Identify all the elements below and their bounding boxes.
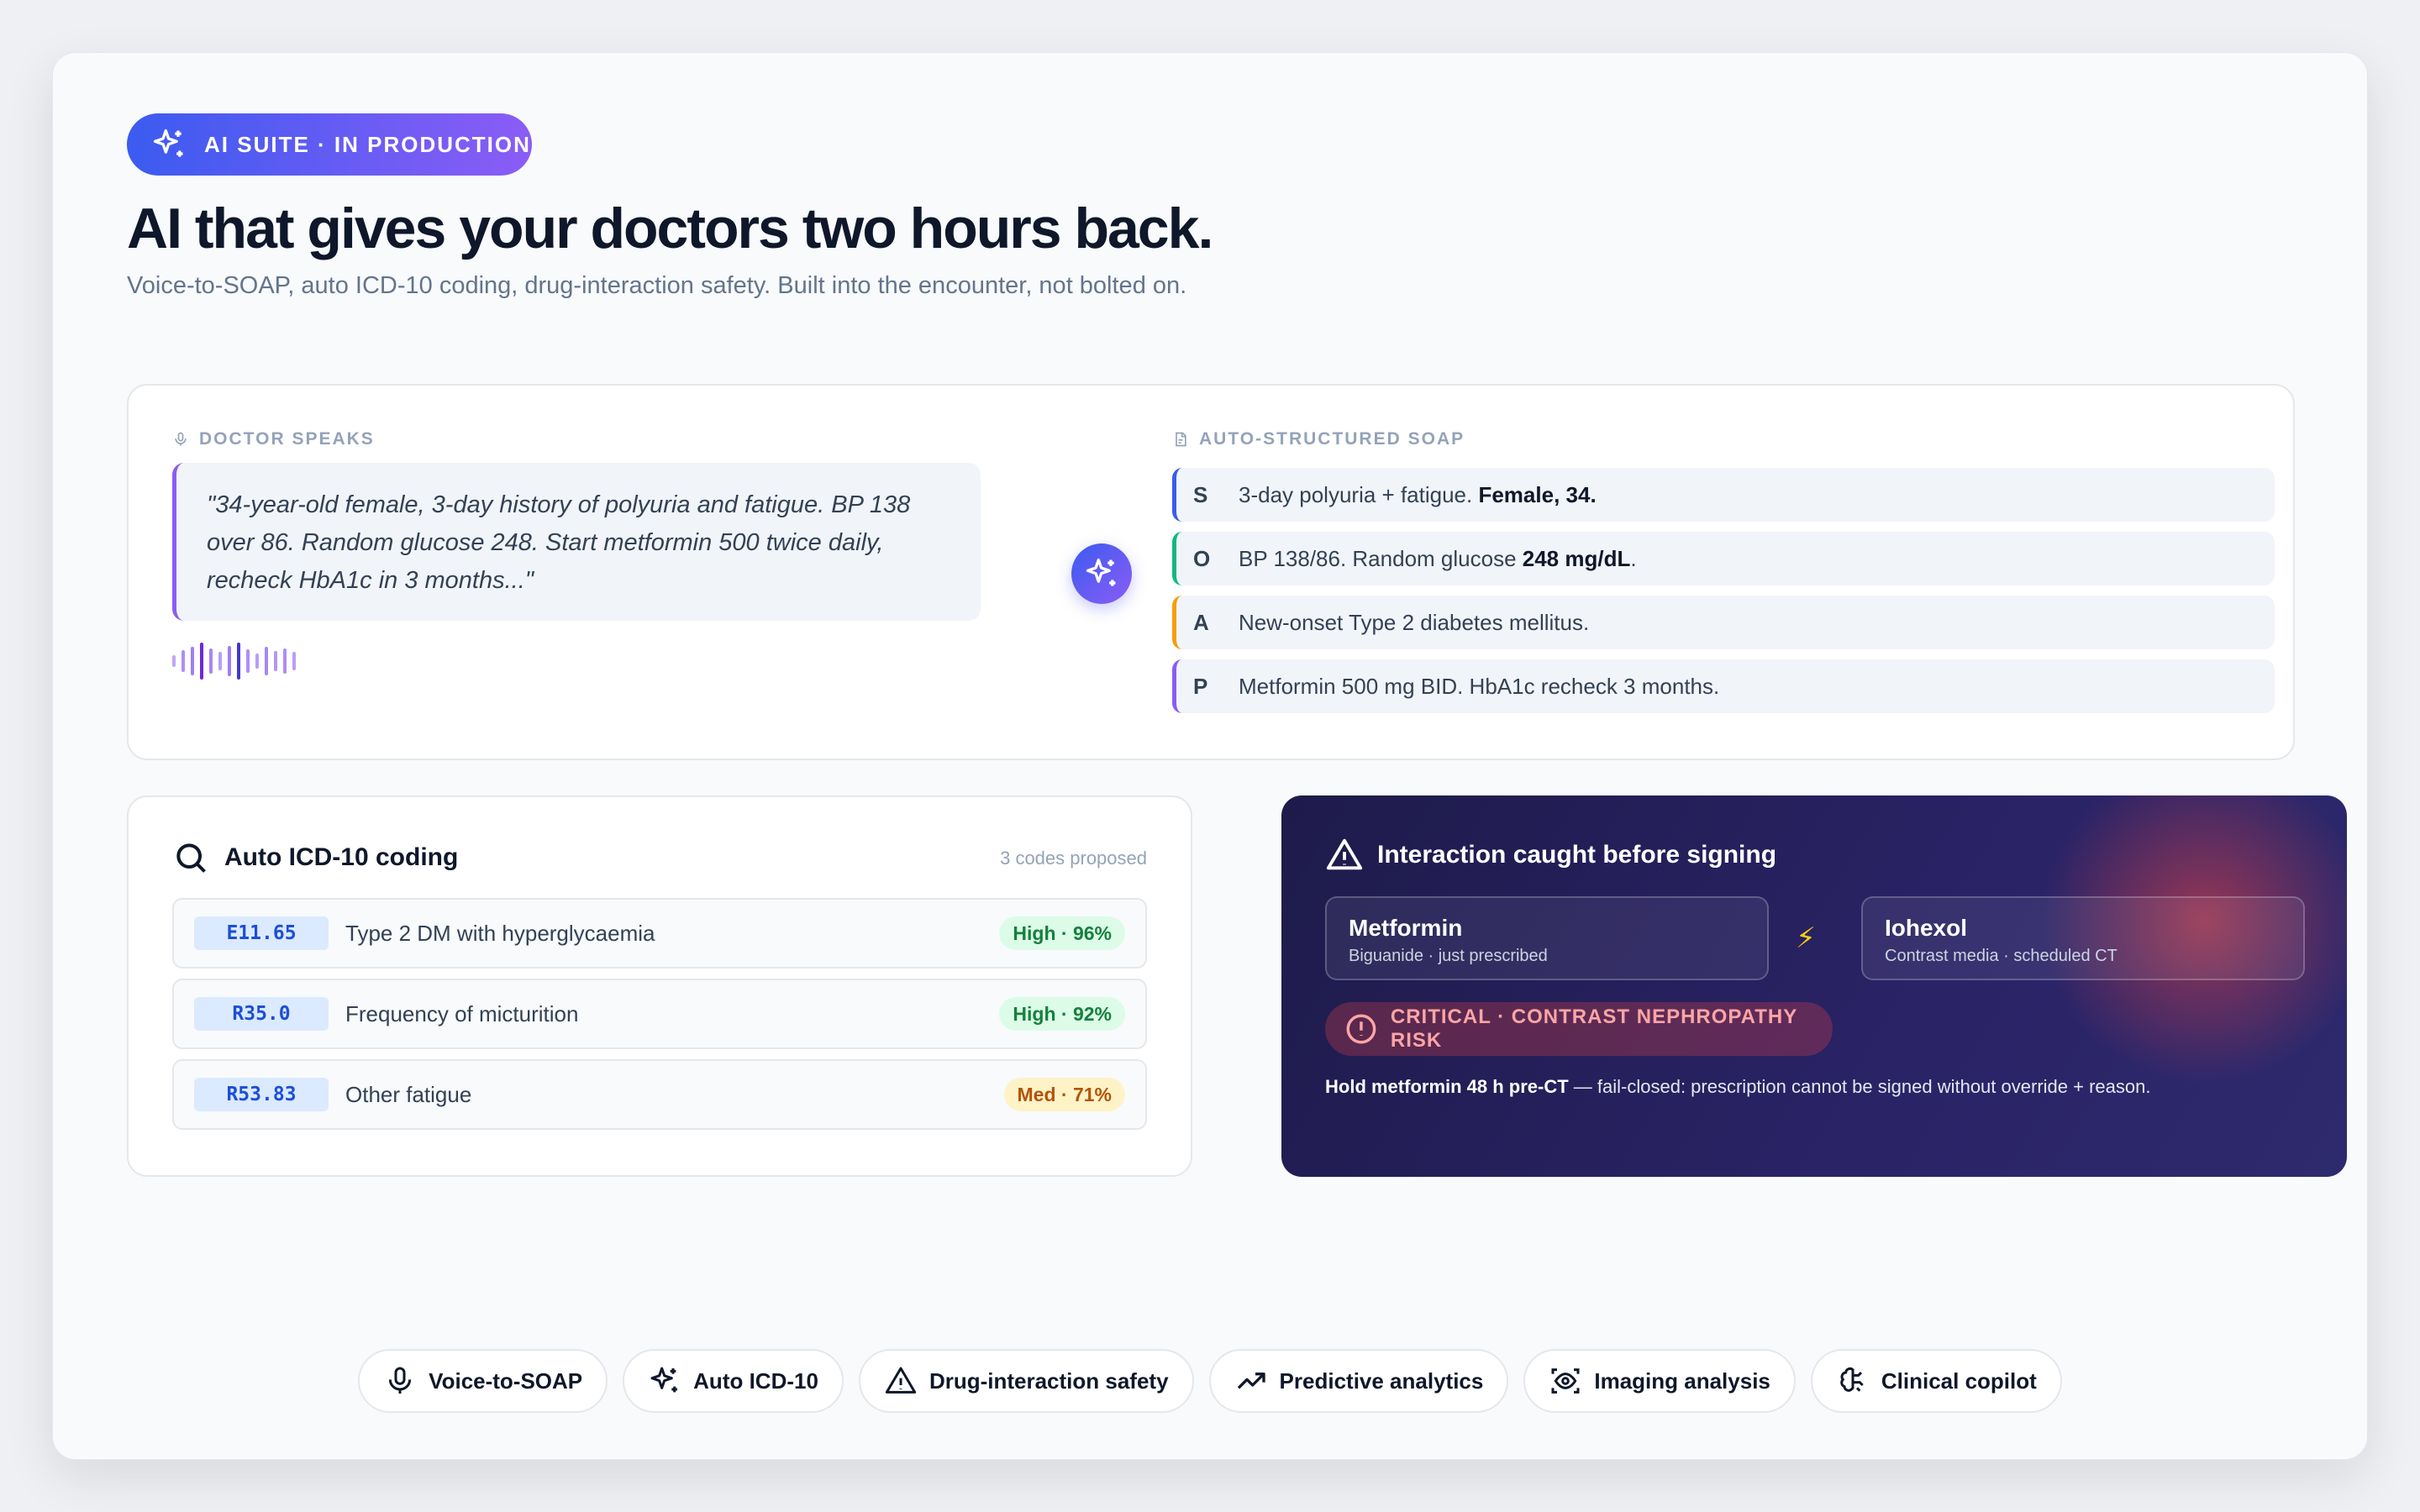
icd-description: Other fatigue xyxy=(345,1081,472,1107)
ai-suite-badge: AI SUITE · IN PRODUCTION xyxy=(127,113,532,176)
soap-label: AUTO-STRUCTURED SOAP xyxy=(1172,429,1465,449)
interaction-alert-card: Interaction caught before signing Metfor… xyxy=(1281,795,2347,1177)
warning-icon xyxy=(885,1367,917,1394)
drug-detail: Biguanide · just prescribed xyxy=(1349,947,1548,965)
icd-code: R53.83 xyxy=(194,1078,329,1111)
trending-up-icon xyxy=(1237,1373,1265,1389)
interaction-note: Hold metformin 48 h pre-CT — fail-closed… xyxy=(1325,1076,2151,1097)
badge-label: AI SUITE · IN PRODUCTION xyxy=(204,131,531,157)
doctor-speaks-label: DOCTOR SPEAKS xyxy=(172,429,375,449)
icd-title: Auto ICD-10 coding xyxy=(172,839,458,876)
soap-row-subjective: S 3-day polyuria + fatigue. Female, 34. xyxy=(1172,468,2275,522)
chip-predictive-analytics[interactable]: Predictive analytics xyxy=(1208,1349,1509,1413)
drug-card-iohexol[interactable]: Iohexol Contrast media · scheduled CT xyxy=(1861,896,2305,980)
ai-suite-panel: AI SUITE · IN PRODUCTION AI that gives y… xyxy=(52,52,2368,1460)
drug-card-metformin[interactable]: Metformin Biguanide · just prescribed xyxy=(1325,896,1769,980)
scan-eye-icon xyxy=(1551,1368,1580,1394)
audio-waveform xyxy=(172,643,296,680)
chip-auto-icd10[interactable]: Auto ICD-10 xyxy=(623,1349,844,1413)
drug-name: Metformin xyxy=(1349,915,1463,941)
icd-coding-card: Auto ICD-10 coding 3 codes proposed E11.… xyxy=(127,795,1192,1177)
sparkles-icon xyxy=(1086,558,1116,586)
icd-description: Frequency of micturition xyxy=(345,1000,579,1026)
ai-transform-button[interactable] xyxy=(1071,543,1132,604)
drug-name: Iohexol xyxy=(1885,915,1968,941)
confidence-badge: High · 96% xyxy=(999,916,1125,950)
icd-row[interactable]: E11.65 Type 2 DM with hyperglycaemia Hig… xyxy=(172,898,1147,969)
dictation-quote: "34-year-old female, 3-day history of po… xyxy=(172,463,981,621)
icd-row[interactable]: R53.83 Other fatigue Med · 71% xyxy=(172,1059,1147,1130)
lightning-icon: ⚡ xyxy=(1796,922,1816,954)
warning-icon xyxy=(1326,838,1363,870)
microphone-icon xyxy=(389,1367,412,1394)
page-subtitle: Voice-to-SOAP, auto ICD-10 coding, drug-… xyxy=(127,272,1187,299)
critical-badge: CRITICAL · CONTRAST NEPHROPATHY RISK xyxy=(1325,1002,1833,1056)
sparkles-icon xyxy=(153,129,183,157)
feature-chips: Voice-to-SOAP Auto ICD-10 Drug-interacti… xyxy=(0,1349,2420,1413)
icd-count: 3 codes proposed xyxy=(1000,848,1147,869)
page-title: AI that gives your doctors two hours bac… xyxy=(127,197,1213,260)
icd-description: Type 2 DM with hyperglycaemia xyxy=(345,920,655,946)
confidence-badge: Med · 71% xyxy=(1003,1078,1125,1111)
confidence-badge: High · 92% xyxy=(999,997,1125,1031)
sparkles-icon xyxy=(650,1367,678,1393)
icd-code: R35.0 xyxy=(194,997,329,1031)
soap-row-objective: O BP 138/86. Random glucose 248 mg/dL. xyxy=(1172,532,2275,585)
soap-row-plan: P Metformin 500 mg BID. HbA1c recheck 3 m… xyxy=(1172,659,2275,713)
icd-row[interactable]: R35.0 Frequency of micturition High · 92… xyxy=(172,979,1147,1049)
microphone-icon xyxy=(175,432,187,446)
voice-to-soap-card: DOCTOR SPEAKS "34-year-old female, 3-day… xyxy=(127,384,2295,760)
brain-icon xyxy=(1840,1367,1864,1392)
alert-title: Interaction caught before signing xyxy=(1325,836,1776,874)
search-icon xyxy=(176,843,206,873)
drug-detail: Contrast media · scheduled CT xyxy=(1885,947,2118,965)
alert-circle-icon xyxy=(1346,1014,1376,1044)
chip-clinical-copilot[interactable]: Clinical copilot xyxy=(1810,1349,2062,1413)
soap-row-assessment: A New-onset Type 2 diabetes mellitus. xyxy=(1172,596,2275,649)
document-icon xyxy=(1176,432,1186,447)
chip-imaging-analysis[interactable]: Imaging analysis xyxy=(1523,1349,1796,1413)
chip-drug-interaction-safety[interactable]: Drug-interaction safety xyxy=(858,1349,1194,1413)
chip-voice-to-soap[interactable]: Voice-to-SOAP xyxy=(358,1349,608,1413)
icd-code: E11.65 xyxy=(194,916,329,950)
